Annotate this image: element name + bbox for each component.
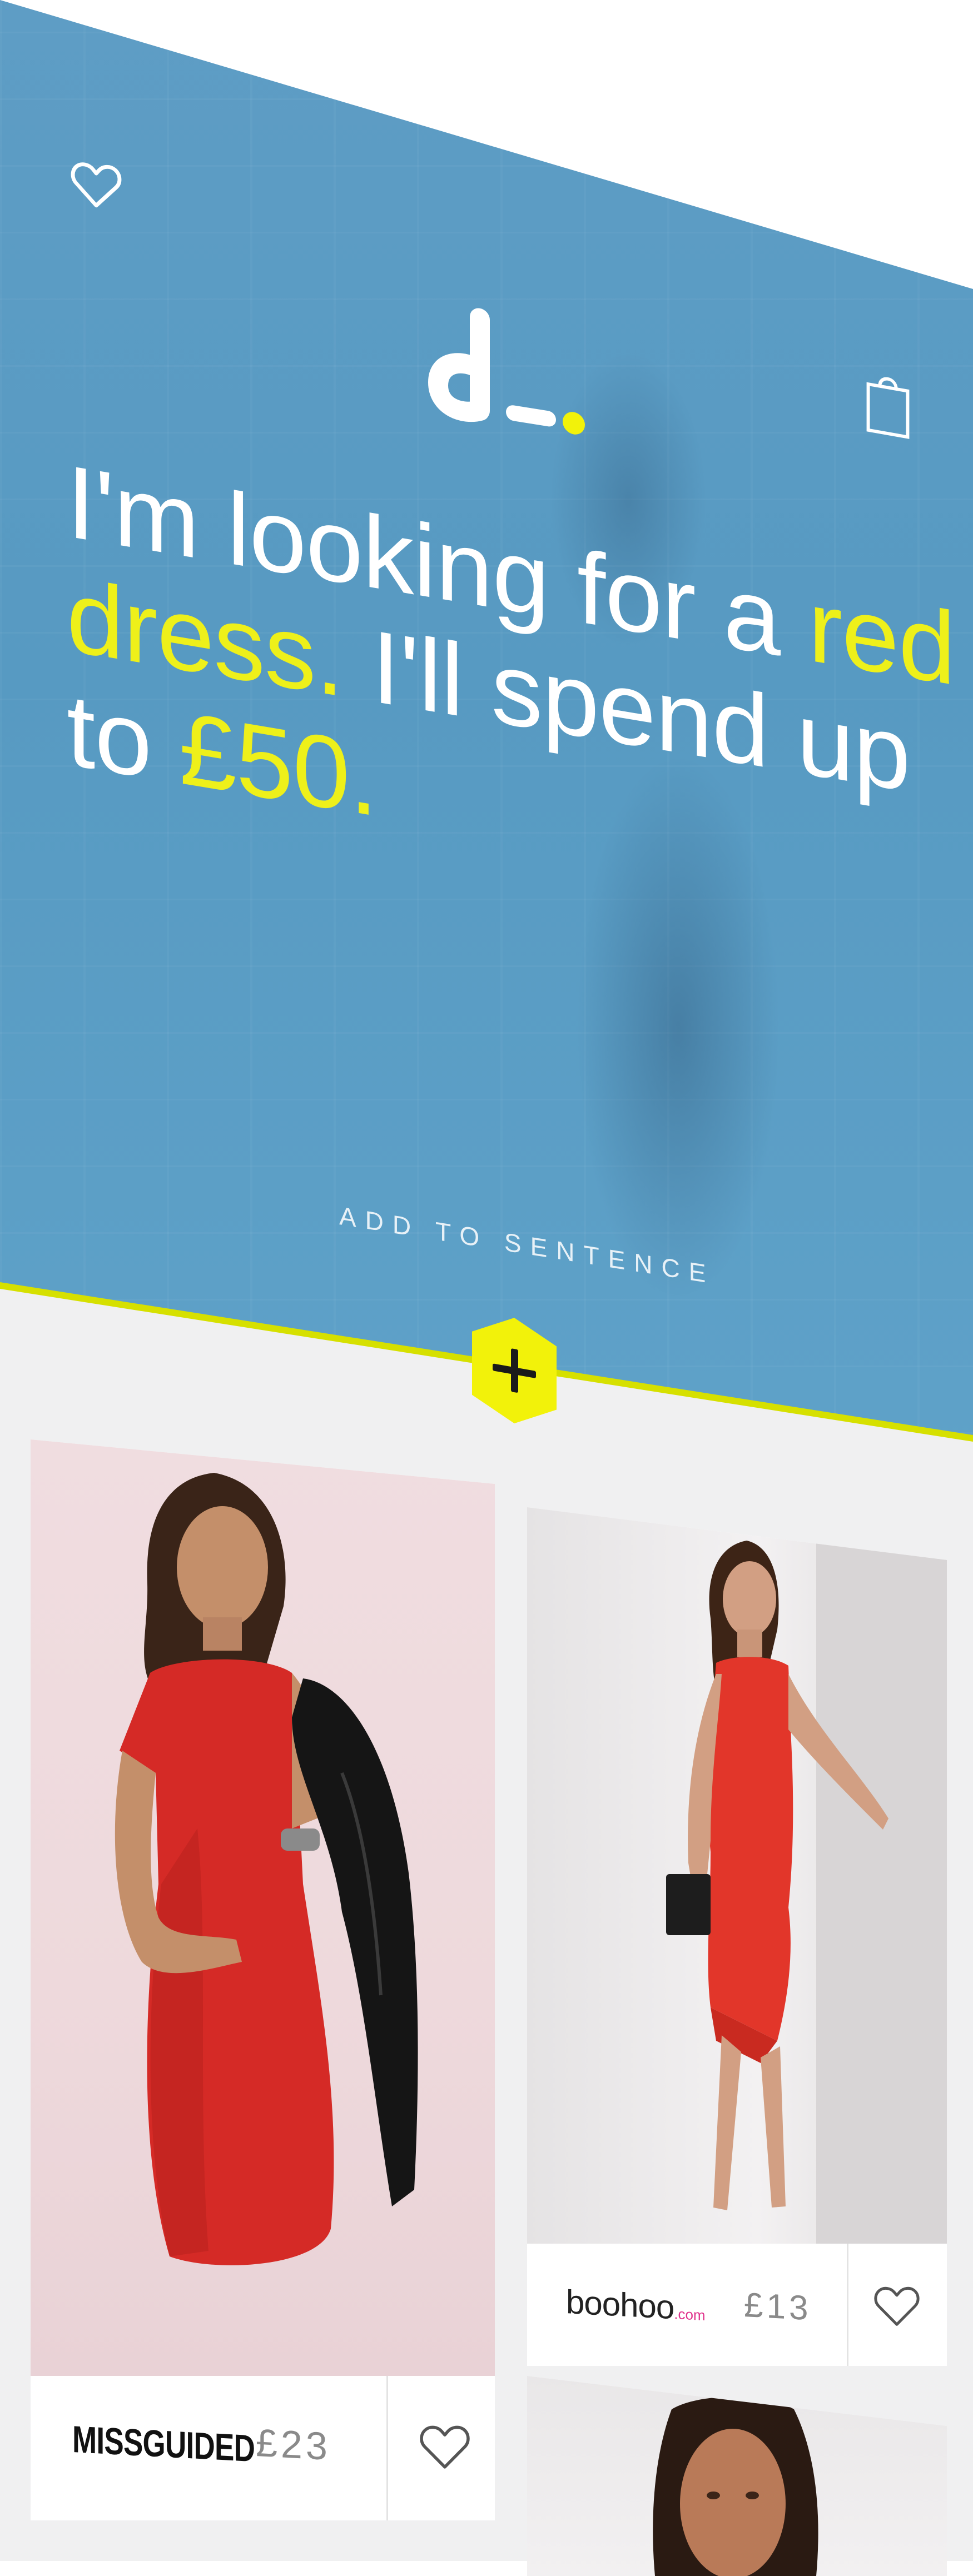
heart-outline-icon[interactable] [66, 150, 127, 211]
product-image[interactable] [31, 1439, 495, 2376]
product-footer: boohoo.com £13 [527, 2244, 947, 2366]
brand-wordmark: boohoo [566, 2283, 674, 2326]
red-dress-with-jacket-photo [115, 1473, 418, 2265]
product-card[interactable]: MISSGUIDED £23 [31, 1439, 495, 2520]
add-to-sentence-button[interactable] [470, 1309, 559, 1442]
shopping-bag-icon[interactable] [863, 367, 913, 439]
hero-banner: I'm looking for a red dress. I'll spend … [0, 0, 973, 1439]
brand-name: boohoo.com [566, 2283, 706, 2328]
divider [847, 2244, 848, 2366]
brand-name: MISSGUIDED [72, 2418, 255, 2470]
heart-outline-icon[interactable] [414, 2415, 475, 2476]
add-to-sentence-label[interactable]: ADD TO SENTENCE [339, 1200, 714, 1290]
product-price: £13 [744, 2286, 812, 2328]
product-price: £23 [256, 2421, 331, 2469]
d-logo[interactable] [428, 300, 612, 489]
divider [386, 2376, 388, 2520]
sentence-text: to [67, 672, 180, 805]
product-footer: MISSGUIDED £23 [31, 2376, 495, 2520]
product-image[interactable] [527, 1507, 947, 2246]
red-halter-dress-photo [666, 1507, 947, 2246]
brand-suffix: .com [674, 2305, 706, 2324]
heart-outline-icon[interactable] [869, 2277, 925, 2333]
product-card[interactable]: boohoo.com £13 [527, 1507, 947, 2366]
